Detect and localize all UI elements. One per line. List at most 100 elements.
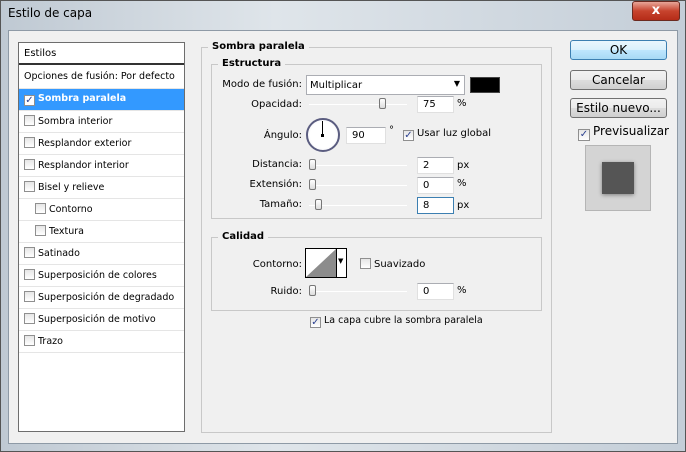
preview-checkbox[interactable]: ✓ Previsualizar xyxy=(578,124,669,141)
global-light-checkbox[interactable]: ✓ Usar luz global xyxy=(403,128,491,141)
sidebar-item-label: Opciones de fusión: Por defecto xyxy=(24,71,175,82)
sidebar-item-label: Trazo xyxy=(38,336,63,347)
sidebar-item-label: Superposición de colores xyxy=(38,270,157,281)
antialias-checkbox[interactable]: Suavizado xyxy=(360,258,425,270)
sidebar-item-label: Bisel y relieve xyxy=(38,182,105,193)
antialias-label: Suavizado xyxy=(374,259,426,270)
contour-curve-icon xyxy=(306,249,336,277)
close-button[interactable]: x xyxy=(632,1,680,21)
group-title: Sombra paralela xyxy=(208,41,309,52)
size-label: Tamaño: xyxy=(259,199,302,210)
checkbox-icon[interactable] xyxy=(24,137,35,148)
sidebar-item[interactable]: Opciones de fusión: Por defecto xyxy=(19,67,184,89)
opacity-input[interactable]: 75 xyxy=(417,96,454,113)
slider-thumb[interactable] xyxy=(309,285,316,296)
chevron-down-icon: ▼ xyxy=(338,257,344,265)
checkbox-icon[interactable] xyxy=(24,159,35,170)
sidebar-item[interactable]: Trazo xyxy=(19,331,184,353)
ok-button[interactable]: OK xyxy=(570,40,667,60)
checkbox-icon: ✓ xyxy=(578,129,590,141)
sidebar-item-label: Resplandor exterior xyxy=(38,138,132,149)
angle-label: Ángulo: xyxy=(263,130,302,141)
spread-label: Extensión: xyxy=(249,179,302,190)
checkbox-icon[interactable] xyxy=(24,247,35,258)
sidebar-item[interactable]: Superposición de colores xyxy=(19,265,184,287)
distance-slider[interactable] xyxy=(309,159,407,170)
spread-input[interactable]: 0 xyxy=(417,177,454,194)
preview-square xyxy=(602,162,634,194)
sidebar-item-label: Satinado xyxy=(38,248,80,259)
sidebar-item-label: Contorno xyxy=(49,204,93,215)
opacity-slider[interactable] xyxy=(309,98,407,109)
checkbox-icon[interactable] xyxy=(24,291,35,302)
spread-slider[interactable] xyxy=(309,179,407,190)
sidebar-item[interactable]: Superposición de degradado xyxy=(19,287,184,309)
noise-input[interactable]: 0 xyxy=(417,283,454,300)
size-input[interactable]: 8 xyxy=(417,197,454,214)
slider-thumb[interactable] xyxy=(315,199,322,210)
blend-mode-label: Modo de fusión: xyxy=(222,79,302,90)
sidebar-item-label: Sombra paralela xyxy=(38,93,127,104)
checkbox-icon xyxy=(360,258,371,269)
styles-header[interactable]: Estilos xyxy=(19,43,184,65)
distance-unit: px xyxy=(457,160,470,171)
sidebar-item[interactable]: Resplandor exterior xyxy=(19,133,184,155)
sidebar-item[interactable]: Sombra interior xyxy=(19,111,184,133)
shadow-color-swatch[interactable] xyxy=(470,77,500,93)
sidebar-item[interactable]: Satinado xyxy=(19,243,184,265)
sidebar-item-label: Textura xyxy=(49,226,84,237)
sidebar-item[interactable]: Superposición de motivo xyxy=(19,309,184,331)
cancel-button[interactable]: Cancelar xyxy=(570,70,667,90)
blend-mode-select[interactable]: Multiplicar ▼ xyxy=(306,75,465,95)
new-style-button[interactable]: Estilo nuevo... xyxy=(570,98,667,118)
angle-dial[interactable] xyxy=(306,118,340,152)
checkbox-icon[interactable] xyxy=(35,225,46,236)
checkbox-icon[interactable] xyxy=(24,181,35,192)
slider-thumb[interactable] xyxy=(309,159,316,170)
checkbox-icon[interactable] xyxy=(24,335,35,346)
checkbox-icon[interactable]: ✓ xyxy=(24,95,35,106)
sidebar-item-label: Superposición de degradado xyxy=(38,292,175,303)
noise-unit: % xyxy=(457,285,467,296)
angle-input[interactable]: 90 xyxy=(346,127,386,144)
quality-group: Calidad xyxy=(211,231,542,311)
sidebar-item-label: Superposición de motivo xyxy=(38,314,156,325)
quality-title: Calidad xyxy=(218,231,269,242)
size-slider[interactable] xyxy=(309,199,407,210)
checkbox-icon: ✓ xyxy=(403,130,414,141)
sidebar-item[interactable]: Contorno xyxy=(19,199,184,221)
checkbox-icon[interactable] xyxy=(24,313,35,324)
checkbox-icon: ✓ xyxy=(310,317,321,328)
opacity-label: Opacidad: xyxy=(251,99,302,110)
noise-label: Ruido: xyxy=(270,286,302,297)
global-light-label: Usar luz global xyxy=(417,128,491,139)
chevron-down-icon: ▼ xyxy=(453,79,460,88)
sidebar-item[interactable]: Bisel y relieve xyxy=(19,177,184,199)
knockout-checkbox[interactable]: ✓ La capa cubre la sombra paralela xyxy=(310,315,483,328)
checkbox-icon[interactable] xyxy=(24,269,35,280)
window-title: Estilo de capa xyxy=(8,6,93,20)
styles-list: Estilos Opciones de fusión: Por defecto ✓… xyxy=(18,42,185,432)
size-unit: px xyxy=(457,200,470,211)
contour-label: Contorno: xyxy=(252,259,302,270)
distance-input[interactable]: 2 xyxy=(417,157,454,174)
opacity-unit: % xyxy=(457,98,467,109)
structure-title: Estructura xyxy=(218,58,286,69)
blend-mode-value: Multiplicar xyxy=(310,80,363,91)
checkbox-icon[interactable] xyxy=(24,115,35,126)
sidebar-item[interactable]: Resplandor interior xyxy=(19,155,184,177)
sidebar-item[interactable]: Textura xyxy=(19,221,184,243)
distance-label: Distancia: xyxy=(252,159,302,170)
noise-slider[interactable] xyxy=(309,285,407,296)
sidebar-item[interactable]: ✓ Sombra paralela xyxy=(19,89,184,111)
preview-thumbnail xyxy=(585,145,651,211)
sidebar-item-label: Sombra interior xyxy=(38,116,113,127)
contour-picker[interactable]: ▼ xyxy=(305,248,347,278)
knockout-label: La capa cubre la sombra paralela xyxy=(324,315,483,326)
spread-unit: % xyxy=(457,178,467,189)
checkbox-icon[interactable] xyxy=(35,203,46,214)
sidebar-item-label: Resplandor interior xyxy=(38,160,129,171)
slider-thumb[interactable] xyxy=(379,98,386,109)
slider-thumb[interactable] xyxy=(309,179,316,190)
preview-label: Previsualizar xyxy=(593,124,669,138)
